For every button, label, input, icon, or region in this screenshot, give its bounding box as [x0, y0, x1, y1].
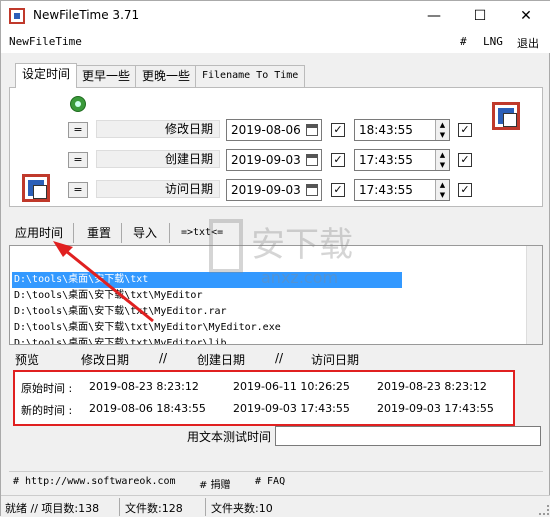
file-time-icon[interactable] — [492, 102, 520, 130]
spinner-icon[interactable]: ▲ ▼ — [435, 180, 449, 200]
tab-filename-to-time[interactable]: Filename To Time — [195, 65, 306, 87]
new-access-time: 2019-09-03 17:43:55 — [377, 402, 494, 415]
create-date-value: 2019-09-03 — [231, 153, 301, 167]
minimize-button[interactable]: — — [411, 1, 457, 31]
access-time-value: 17:43:55 — [359, 183, 413, 197]
app-window: NewFileTime 3.71 — ☐ ✕ NewFileTime # LNG… — [0, 0, 550, 517]
modify-time-checkbox[interactable]: ✓ — [458, 123, 472, 137]
status-folders: 文件夹数:10 — [211, 502, 273, 515]
modify-time-input[interactable]: 18:43:55 ▲ ▼ — [354, 119, 450, 141]
original-time-label: 原始时间 : — [21, 382, 73, 395]
menu-exit[interactable]: 退出 — [517, 35, 539, 51]
scrollbar[interactable] — [526, 246, 542, 344]
header-create-date: 创建日期 — [197, 353, 246, 367]
status-files: 文件数:128 — [125, 502, 183, 515]
tab-set-time[interactable]: 设定时间 — [15, 63, 78, 88]
modify-time-value: 18:43:55 — [359, 123, 413, 137]
calendar-icon[interactable] — [306, 184, 318, 196]
new-modify-time: 2019-08-06 18:43:55 — [89, 402, 206, 415]
modify-date-checkbox[interactable]: ✓ — [331, 123, 345, 137]
equal-button-access[interactable]: = — [68, 182, 88, 198]
header-separator: // — [159, 351, 168, 365]
new-create-time: 2019-09-03 17:43:55 — [233, 402, 350, 415]
toolbar-separator — [73, 223, 74, 243]
modify-date-value: 2019-08-06 — [231, 123, 301, 137]
equal-button-modify[interactable]: = — [68, 122, 88, 138]
create-time-checkbox[interactable]: ✓ — [458, 153, 472, 167]
list-item[interactable]: D:\tools\桌面\安下载\txt\MyEditor\MyEditor.ex… — [12, 320, 402, 336]
app-icon — [9, 8, 25, 24]
menu-language[interactable]: LNG — [483, 35, 503, 48]
svg-text:anxz.com: anxz.com — [261, 268, 338, 287]
header-access-date: 访问日期 — [311, 353, 360, 367]
original-access-time: 2019-08-23 8:23:12 — [377, 380, 487, 393]
access-date-picker[interactable]: 2019-09-03 — [226, 179, 322, 201]
access-date-value: 2019-09-03 — [231, 183, 301, 197]
label-create-date: 创建日期 — [96, 150, 220, 168]
label-access-date: 访问日期 — [96, 180, 220, 198]
create-time-input[interactable]: 17:43:55 ▲ ▼ — [354, 149, 450, 171]
tab-later[interactable]: 更晚一些 — [135, 65, 198, 87]
modify-date-picker[interactable]: 2019-08-06 — [226, 119, 322, 141]
label-modify-date: 修改日期 — [96, 120, 220, 138]
create-date-picker[interactable]: 2019-09-03 — [226, 149, 322, 171]
window-title: NewFileTime 3.71 — [33, 8, 140, 22]
list-item[interactable]: D:\tools\桌面\安下载\txt\MyEditor.rar — [12, 304, 402, 320]
menu-bar: NewFileTime # LNG 退出 — [1, 31, 550, 53]
access-time-input[interactable]: 17:43:55 ▲ ▼ — [354, 179, 450, 201]
maximize-button[interactable]: ☐ — [457, 1, 503, 31]
status-separator — [205, 498, 206, 516]
menu-hash[interactable]: # — [460, 35, 467, 48]
apply-time-button[interactable]: 应用时间 — [15, 223, 63, 243]
header-separator: // — [275, 351, 284, 365]
status-bar: 就绪 // 项目数:138 文件数:128 文件夹数:10 — [1, 495, 550, 517]
toolbar-separator — [121, 223, 122, 243]
list-item[interactable]: D:\tools\桌面\安下载\txt\MyEditor\lib — [12, 336, 402, 344]
reset-button[interactable]: 重置 — [87, 223, 111, 243]
test-text-label: 用文本测试时间 — [187, 430, 272, 444]
watermark-logo-icon: 安下载 anxz.com — [209, 219, 353, 287]
test-text-input[interactable] — [275, 426, 541, 446]
menu-app-name[interactable]: NewFileTime — [9, 35, 82, 48]
spinner-icon[interactable]: ▲ ▼ — [435, 120, 449, 140]
refresh-icon[interactable] — [70, 96, 86, 112]
new-time-label: 新的时间 : — [21, 404, 73, 417]
status-separator — [119, 498, 120, 516]
time-comparison-panel: 原始时间 : 2019-08-23 8:23:12 2019-06-11 10:… — [13, 370, 515, 426]
access-time-checkbox[interactable]: ✓ — [458, 183, 472, 197]
original-modify-time: 2019-08-23 8:23:12 — [89, 380, 199, 393]
header-modify-date: 修改日期 — [81, 353, 130, 367]
set-time-panel: = 修改日期 2019-08-06 ✓ 18:43:55 ▲ ▼ ✓ = 创建日期 … — [9, 87, 543, 207]
donate-link[interactable]: # 捐赠 — [199, 476, 231, 491]
toolbar-separator — [169, 223, 170, 243]
calendar-icon[interactable] — [306, 124, 318, 136]
file-time-icon[interactable] — [22, 174, 50, 202]
resize-grip-icon[interactable] — [539, 505, 549, 515]
website-link[interactable]: # http://www.softwareok.com — [13, 476, 176, 487]
calendar-icon[interactable] — [306, 154, 318, 166]
original-create-time: 2019-06-11 10:26:25 — [233, 380, 350, 393]
import-button[interactable]: 导入 — [133, 223, 157, 243]
preview-label: 预览 — [15, 353, 40, 367]
status-items: 就绪 // 项目数:138 — [5, 502, 100, 515]
faq-link[interactable]: # FAQ — [255, 476, 285, 487]
tab-earlier[interactable]: 更早一些 — [75, 65, 138, 87]
create-time-value: 17:43:55 — [359, 153, 413, 167]
access-date-checkbox[interactable]: ✓ — [331, 183, 345, 197]
close-button[interactable]: ✕ — [503, 1, 549, 31]
title-bar: NewFileTime 3.71 — ☐ ✕ — [1, 1, 550, 31]
spinner-icon[interactable]: ▲ ▼ — [435, 150, 449, 170]
svg-text:安下载: 安下载 — [251, 225, 353, 265]
equal-button-create[interactable]: = — [68, 152, 88, 168]
create-date-checkbox[interactable]: ✓ — [331, 153, 345, 167]
links-bar: # http://www.softwareok.com # 捐赠 # FAQ — [9, 471, 543, 493]
